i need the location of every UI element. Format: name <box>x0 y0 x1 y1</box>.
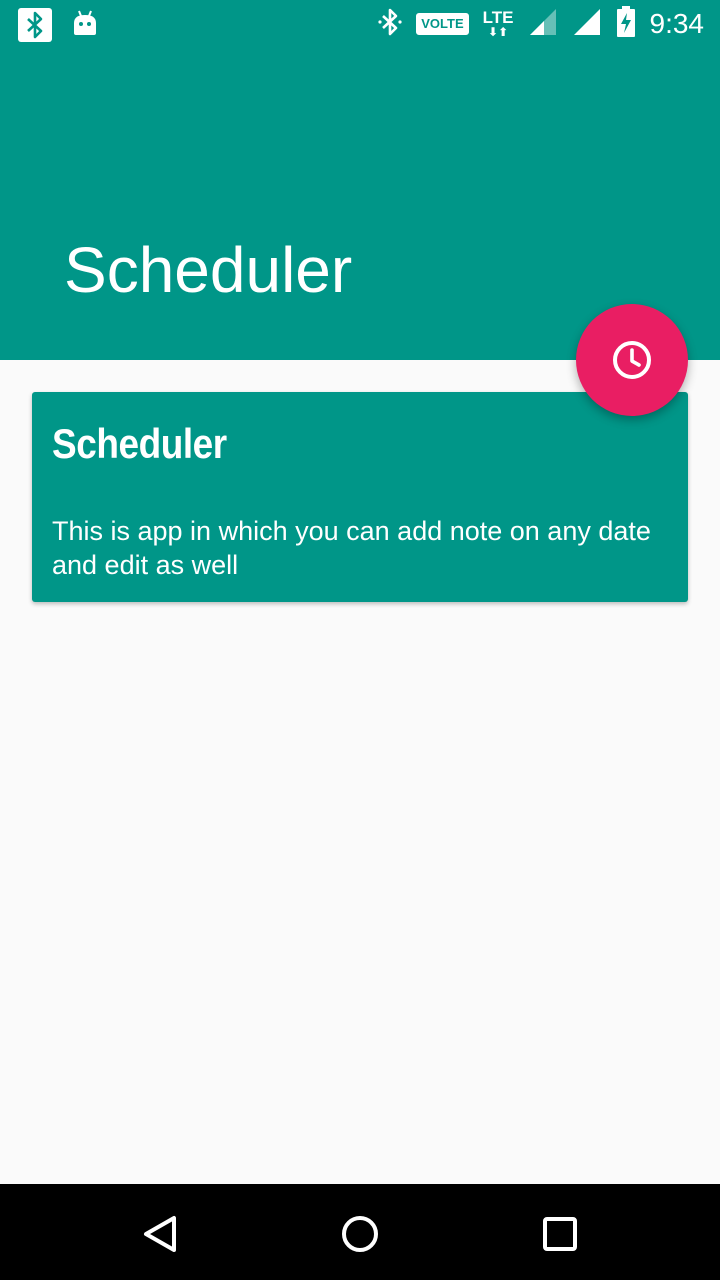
home-button[interactable] <box>338 1212 382 1256</box>
navigation-bar <box>0 1184 720 1280</box>
recents-icon <box>543 1217 577 1251</box>
volte-icon: VOLTE <box>416 13 469 35</box>
add-schedule-fab[interactable] <box>576 304 688 416</box>
signal-icon <box>528 7 558 42</box>
bluetooth-icon <box>378 7 402 42</box>
lte-icon: LTE ⬇⬆ <box>482 8 514 39</box>
clock-icon <box>613 341 651 379</box>
app-title: Scheduler <box>64 234 353 306</box>
home-icon <box>342 1216 378 1252</box>
battery-charging-icon <box>616 5 636 43</box>
card-description: This is app in which you can add note on… <box>52 516 651 580</box>
note-card[interactable]: Scheduler This is app in which you can a… <box>32 392 688 602</box>
back-icon <box>144 1216 176 1252</box>
back-button[interactable] <box>138 1212 182 1256</box>
android-icon <box>72 9 98 42</box>
status-time: 9:34 <box>649 8 705 39</box>
signal-icon <box>572 7 602 42</box>
recents-button[interactable] <box>538 1212 582 1256</box>
card-title: Scheduler <box>52 420 227 467</box>
status-bar: VOLTE LTE ⬇⬆ 9:34 <box>0 0 720 48</box>
bluetooth-notification-icon <box>18 8 52 42</box>
